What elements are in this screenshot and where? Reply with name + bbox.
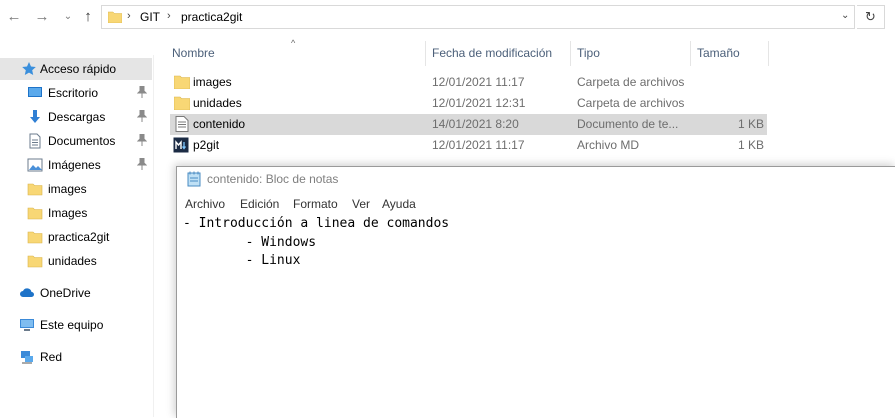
folder-icon: [108, 11, 122, 23]
star-icon: [22, 62, 36, 75]
sidebar-item-documents[interactable]: Documentos: [0, 130, 152, 152]
file-modified: 12/01/2021 11:17: [432, 138, 525, 152]
sidebar-item-practica2git[interactable]: practica2git: [0, 226, 152, 248]
column-divider[interactable]: [768, 41, 769, 66]
file-type: Carpeta de archivos: [577, 75, 685, 89]
column-header-modified[interactable]: Fecha de modificación: [432, 46, 552, 60]
refresh-button[interactable]: ↻: [857, 5, 885, 29]
file-size: 1 KB: [737, 138, 764, 152]
column-divider[interactable]: [570, 41, 571, 66]
navigation-pane: Acceso rápido Escritorio Descargas Docum…: [0, 55, 154, 417]
sidebar-item-label: Red: [40, 350, 63, 364]
folder-icon: [27, 255, 43, 268]
computer-icon: [20, 319, 34, 331]
sidebar-item-this-pc[interactable]: Este equipo: [0, 314, 152, 336]
file-type: Archivo MD: [577, 138, 640, 152]
download-icon: [30, 110, 40, 123]
forward-button[interactable]: →: [34, 9, 50, 25]
network-icon: [21, 351, 33, 364]
notepad-window[interactable]: contenido: Bloc de notas Archivo Edición…: [176, 166, 895, 418]
column-header-name[interactable]: Nombre: [172, 46, 215, 60]
breadcrumb-separator: ›: [167, 10, 171, 22]
sidebar-item-unidades[interactable]: unidades: [0, 250, 152, 272]
menu-formato[interactable]: Formato: [293, 197, 338, 211]
pin-icon: [137, 134, 147, 146]
folder-icon: [27, 183, 43, 196]
desktop-icon: [28, 87, 42, 97]
sidebar-item-label: Images: [48, 206, 88, 220]
sidebar-item-label: practica2git: [48, 230, 110, 244]
sidebar-item-label: Escritorio: [48, 86, 99, 100]
sidebar-item-desktop[interactable]: Escritorio: [0, 82, 152, 104]
file-type: Carpeta de archivos: [577, 96, 685, 110]
breadcrumb-git[interactable]: GIT: [140, 10, 160, 24]
pin-icon: [137, 110, 147, 122]
sort-ascending-icon: ^: [291, 38, 296, 48]
folder-icon: [174, 75, 190, 89]
breadcrumb-practica2git[interactable]: practica2git: [181, 10, 242, 24]
text-file-icon: [175, 116, 189, 132]
back-button[interactable]: ←: [6, 9, 22, 25]
chevron-down-icon[interactable]: ⌄: [841, 10, 849, 21]
file-row[interactable]: p2git 12/01/2021 11:17 Archivo MD 1 KB: [170, 135, 767, 156]
file-name: unidades: [193, 96, 242, 110]
file-size: 1 KB: [737, 117, 764, 131]
sidebar-item-images[interactable]: images: [0, 178, 152, 200]
cloud-icon: [20, 288, 34, 297]
pin-icon: [137, 86, 147, 98]
pin-icon: [137, 158, 147, 170]
markdown-file-icon: [173, 137, 189, 153]
recent-locations-button[interactable]: ⌄: [60, 9, 76, 25]
file-modified: 14/01/2021 8:20: [432, 117, 519, 131]
folder-icon: [27, 207, 43, 220]
sidebar-item-pictures[interactable]: Imágenes: [0, 154, 152, 176]
sidebar-item-label: images: [48, 182, 87, 196]
sidebar-item-label: Descargas: [48, 110, 106, 124]
file-modified: 12/01/2021 12:31: [432, 96, 526, 110]
menu-archivo[interactable]: Archivo: [185, 197, 225, 211]
text-editor[interactable]: - Introducción a linea de comandos - Win…: [183, 215, 449, 271]
file-name: images: [193, 75, 232, 89]
sidebar-item-label: Imágenes: [48, 158, 101, 172]
file-name: p2git: [193, 138, 220, 152]
sidebar-item-label: Documentos: [48, 134, 116, 148]
pictures-icon: [27, 158, 43, 172]
menu-ver[interactable]: Ver: [352, 197, 370, 211]
documents-icon: [29, 133, 41, 149]
sidebar-item-images-2[interactable]: Images: [0, 202, 152, 224]
column-header-type[interactable]: Tipo: [577, 46, 600, 60]
file-type: Documento de te...: [577, 117, 679, 131]
breadcrumb-separator: ›: [127, 10, 131, 22]
menu-edicion[interactable]: Edición: [240, 197, 279, 211]
sidebar-item-label: unidades: [48, 254, 97, 268]
sidebar-item-quick-access[interactable]: Acceso rápido: [0, 58, 152, 80]
column-divider[interactable]: [690, 41, 691, 66]
sidebar-item-onedrive[interactable]: OneDrive: [0, 282, 152, 304]
sidebar-item-label: Este equipo: [40, 318, 104, 332]
file-modified: 12/01/2021 11:17: [432, 75, 525, 89]
file-name: contenido: [193, 117, 246, 131]
file-row[interactable]: images 12/01/2021 11:17 Carpeta de archi…: [170, 72, 767, 93]
sidebar-item-network[interactable]: Red: [0, 346, 152, 368]
sidebar-item-downloads[interactable]: Descargas: [0, 106, 152, 128]
column-divider[interactable]: [425, 41, 426, 66]
notepad-icon: [187, 171, 201, 187]
folder-icon: [174, 96, 190, 110]
folder-icon: [27, 231, 43, 244]
window-title: contenido: Bloc de notas: [207, 172, 339, 186]
menu-ayuda[interactable]: Ayuda: [382, 197, 416, 211]
address-bar[interactable]: › GIT › practica2git ⌄: [101, 5, 855, 29]
file-row[interactable]: contenido 14/01/2021 8:20 Documento de t…: [170, 114, 767, 135]
column-header-size[interactable]: Tamaño: [697, 46, 740, 60]
sidebar-item-label: Acceso rápido: [40, 62, 117, 76]
sidebar-item-label: OneDrive: [40, 286, 91, 300]
file-row[interactable]: unidades 12/01/2021 12:31 Carpeta de arc…: [170, 93, 767, 114]
up-button[interactable]: ↑: [80, 9, 96, 25]
